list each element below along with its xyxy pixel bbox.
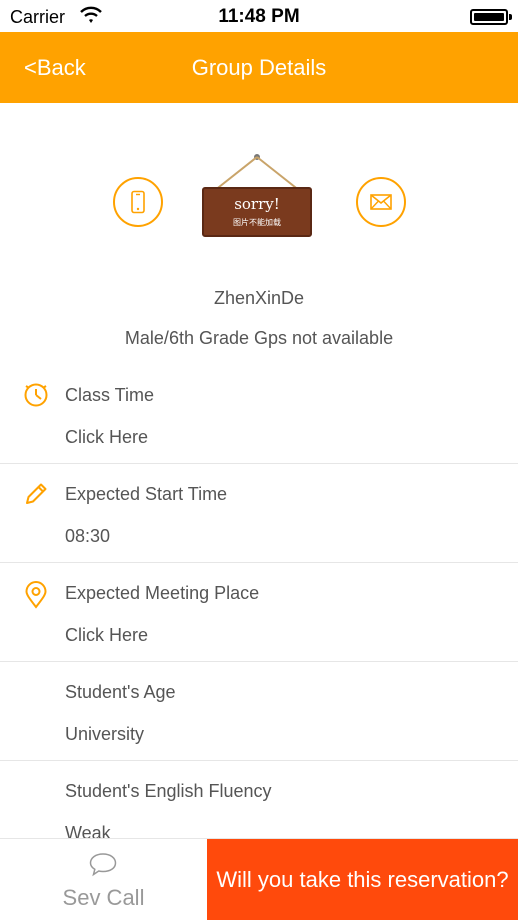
section-label: Class Time: [65, 385, 155, 405]
section-label: Expected Start Time: [65, 484, 228, 504]
section-start-time: Expected Start Time 08:30: [0, 464, 518, 563]
phone-button[interactable]: [113, 177, 163, 227]
sev-call-button[interactable]: Sev Call: [0, 839, 207, 920]
section-meeting-place: Expected Meeting Place Click Here: [0, 563, 518, 662]
message-button[interactable]: [356, 177, 406, 227]
battery-icon: [470, 9, 512, 25]
section-label: Expected Meeting Place: [65, 583, 260, 603]
student-meta: Male/6th Grade Gps not available: [124, 328, 394, 348]
placeholder-subtitle: 图片不能加载: [233, 218, 281, 227]
section-label: Student's English Fluency: [65, 781, 272, 801]
clock-icon: [24, 383, 48, 407]
student-name: ZhenXinDe: [213, 288, 305, 308]
avatar: sorry! 图片不能加载: [196, 149, 318, 241]
section-student-age: Student's Age University: [0, 662, 518, 761]
clock-time: 11:48 PM: [218, 6, 300, 27]
page-title: Group Details: [191, 55, 327, 80]
chat-bubble-icon: [89, 853, 117, 877]
take-reservation-button[interactable]: Will you take this reservation?: [207, 839, 518, 920]
section-label: Student's Age: [65, 682, 176, 702]
start-time-value: 08:30: [65, 526, 111, 546]
mail-icon: [370, 194, 392, 210]
pencil-icon: [26, 483, 47, 504]
phone-icon: [131, 190, 145, 214]
location-pin-icon: [25, 581, 47, 609]
placeholder-title: sorry!: [234, 195, 280, 213]
class-time-link[interactable]: Click Here: [65, 427, 148, 448]
profile-header: sorry! 图片不能加载 ZhenXinDe Male/6th Grade G…: [0, 103, 518, 363]
status-bar: Carrier 11:48 PM: [0, 0, 518, 32]
section-class-time: Class Time Click Here: [0, 365, 518, 464]
nav-bar: <Back Group Details: [0, 32, 518, 103]
bottom-action-bar: Sev Call Will you take this reservation?: [0, 838, 518, 920]
sev-call-label: Sev Call: [62, 885, 145, 910]
student-age-value: University: [65, 724, 145, 744]
meeting-place-link[interactable]: Click Here: [65, 625, 148, 646]
placeholder-sign: sorry! 图片不能加载: [202, 187, 312, 237]
